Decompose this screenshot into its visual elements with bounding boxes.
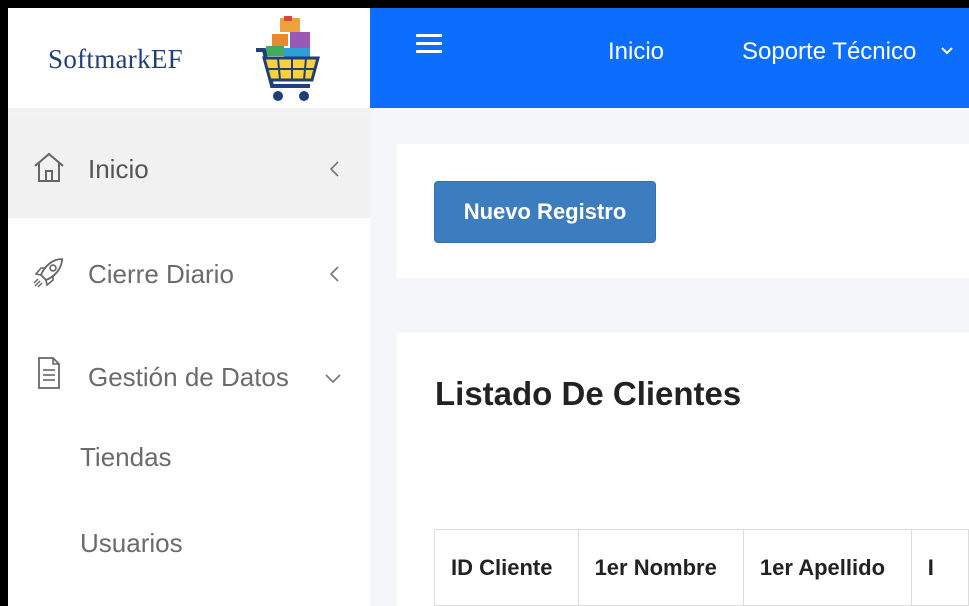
nav-link-soporte-tecnico[interactable]: Soporte Técnico	[742, 38, 916, 66]
sidebar-item-label: Cierre Diario	[88, 259, 234, 289]
brand-name: SoftmarkEF	[48, 44, 183, 74]
hamburger-icon[interactable]	[416, 34, 442, 54]
column-header-id-cliente[interactable]: ID Cliente	[434, 529, 579, 606]
column-header-partial[interactable]: I	[910, 529, 969, 606]
chevron-left-icon	[329, 161, 339, 177]
sidebar-item-gestion-de-datos[interactable]: Gestión de Datos	[8, 326, 370, 426]
table-header-row: ID Cliente 1er Nombre 1er Apellido I	[434, 529, 969, 606]
top-navbar: Inicio Soporte Técnico	[370, 8, 969, 108]
clients-list-card: Listado De Clientes ID Cliente 1er Nombr…	[397, 333, 969, 606]
column-header-1er-apellido[interactable]: 1er Apellido	[742, 529, 912, 606]
sidebar-item-label: Inicio	[88, 154, 149, 184]
actions-card: Nuevo Registro	[397, 144, 969, 278]
chevron-left-icon	[329, 266, 339, 282]
chevron-down-icon[interactable]	[940, 44, 954, 58]
chevron-down-icon	[325, 374, 341, 384]
sidebar-subitem-tiendas[interactable]: Tiendas	[80, 442, 172, 473]
sidebar: SoftmarkEF Inicio Cierre Diario Gestión …	[8, 8, 370, 606]
nav-link-inicio[interactable]: Inicio	[608, 38, 664, 66]
rocket-icon	[33, 258, 63, 288]
column-header-1er-nombre[interactable]: 1er Nombre	[577, 529, 744, 606]
document-icon	[38, 357, 60, 389]
brand[interactable]: SoftmarkEF	[8, 8, 370, 108]
new-record-button[interactable]: Nuevo Registro	[434, 181, 656, 243]
sidebar-item-label: Gestión de Datos	[88, 362, 289, 392]
shopping-cart-logo	[256, 16, 320, 101]
list-title: Listado De Clientes	[435, 375, 742, 412]
sidebar-divider	[8, 108, 370, 118]
app-window: SoftmarkEF Inicio Cierre Diario Gestión …	[8, 8, 969, 606]
home-icon	[34, 152, 64, 182]
sidebar-item-inicio[interactable]: Inicio	[8, 118, 370, 218]
sidebar-subitem-usuarios[interactable]: Usuarios	[80, 528, 183, 559]
sidebar-item-cierre-diario[interactable]: Cierre Diario	[8, 223, 370, 323]
clients-table: ID Cliente 1er Nombre 1er Apellido I	[434, 529, 969, 606]
